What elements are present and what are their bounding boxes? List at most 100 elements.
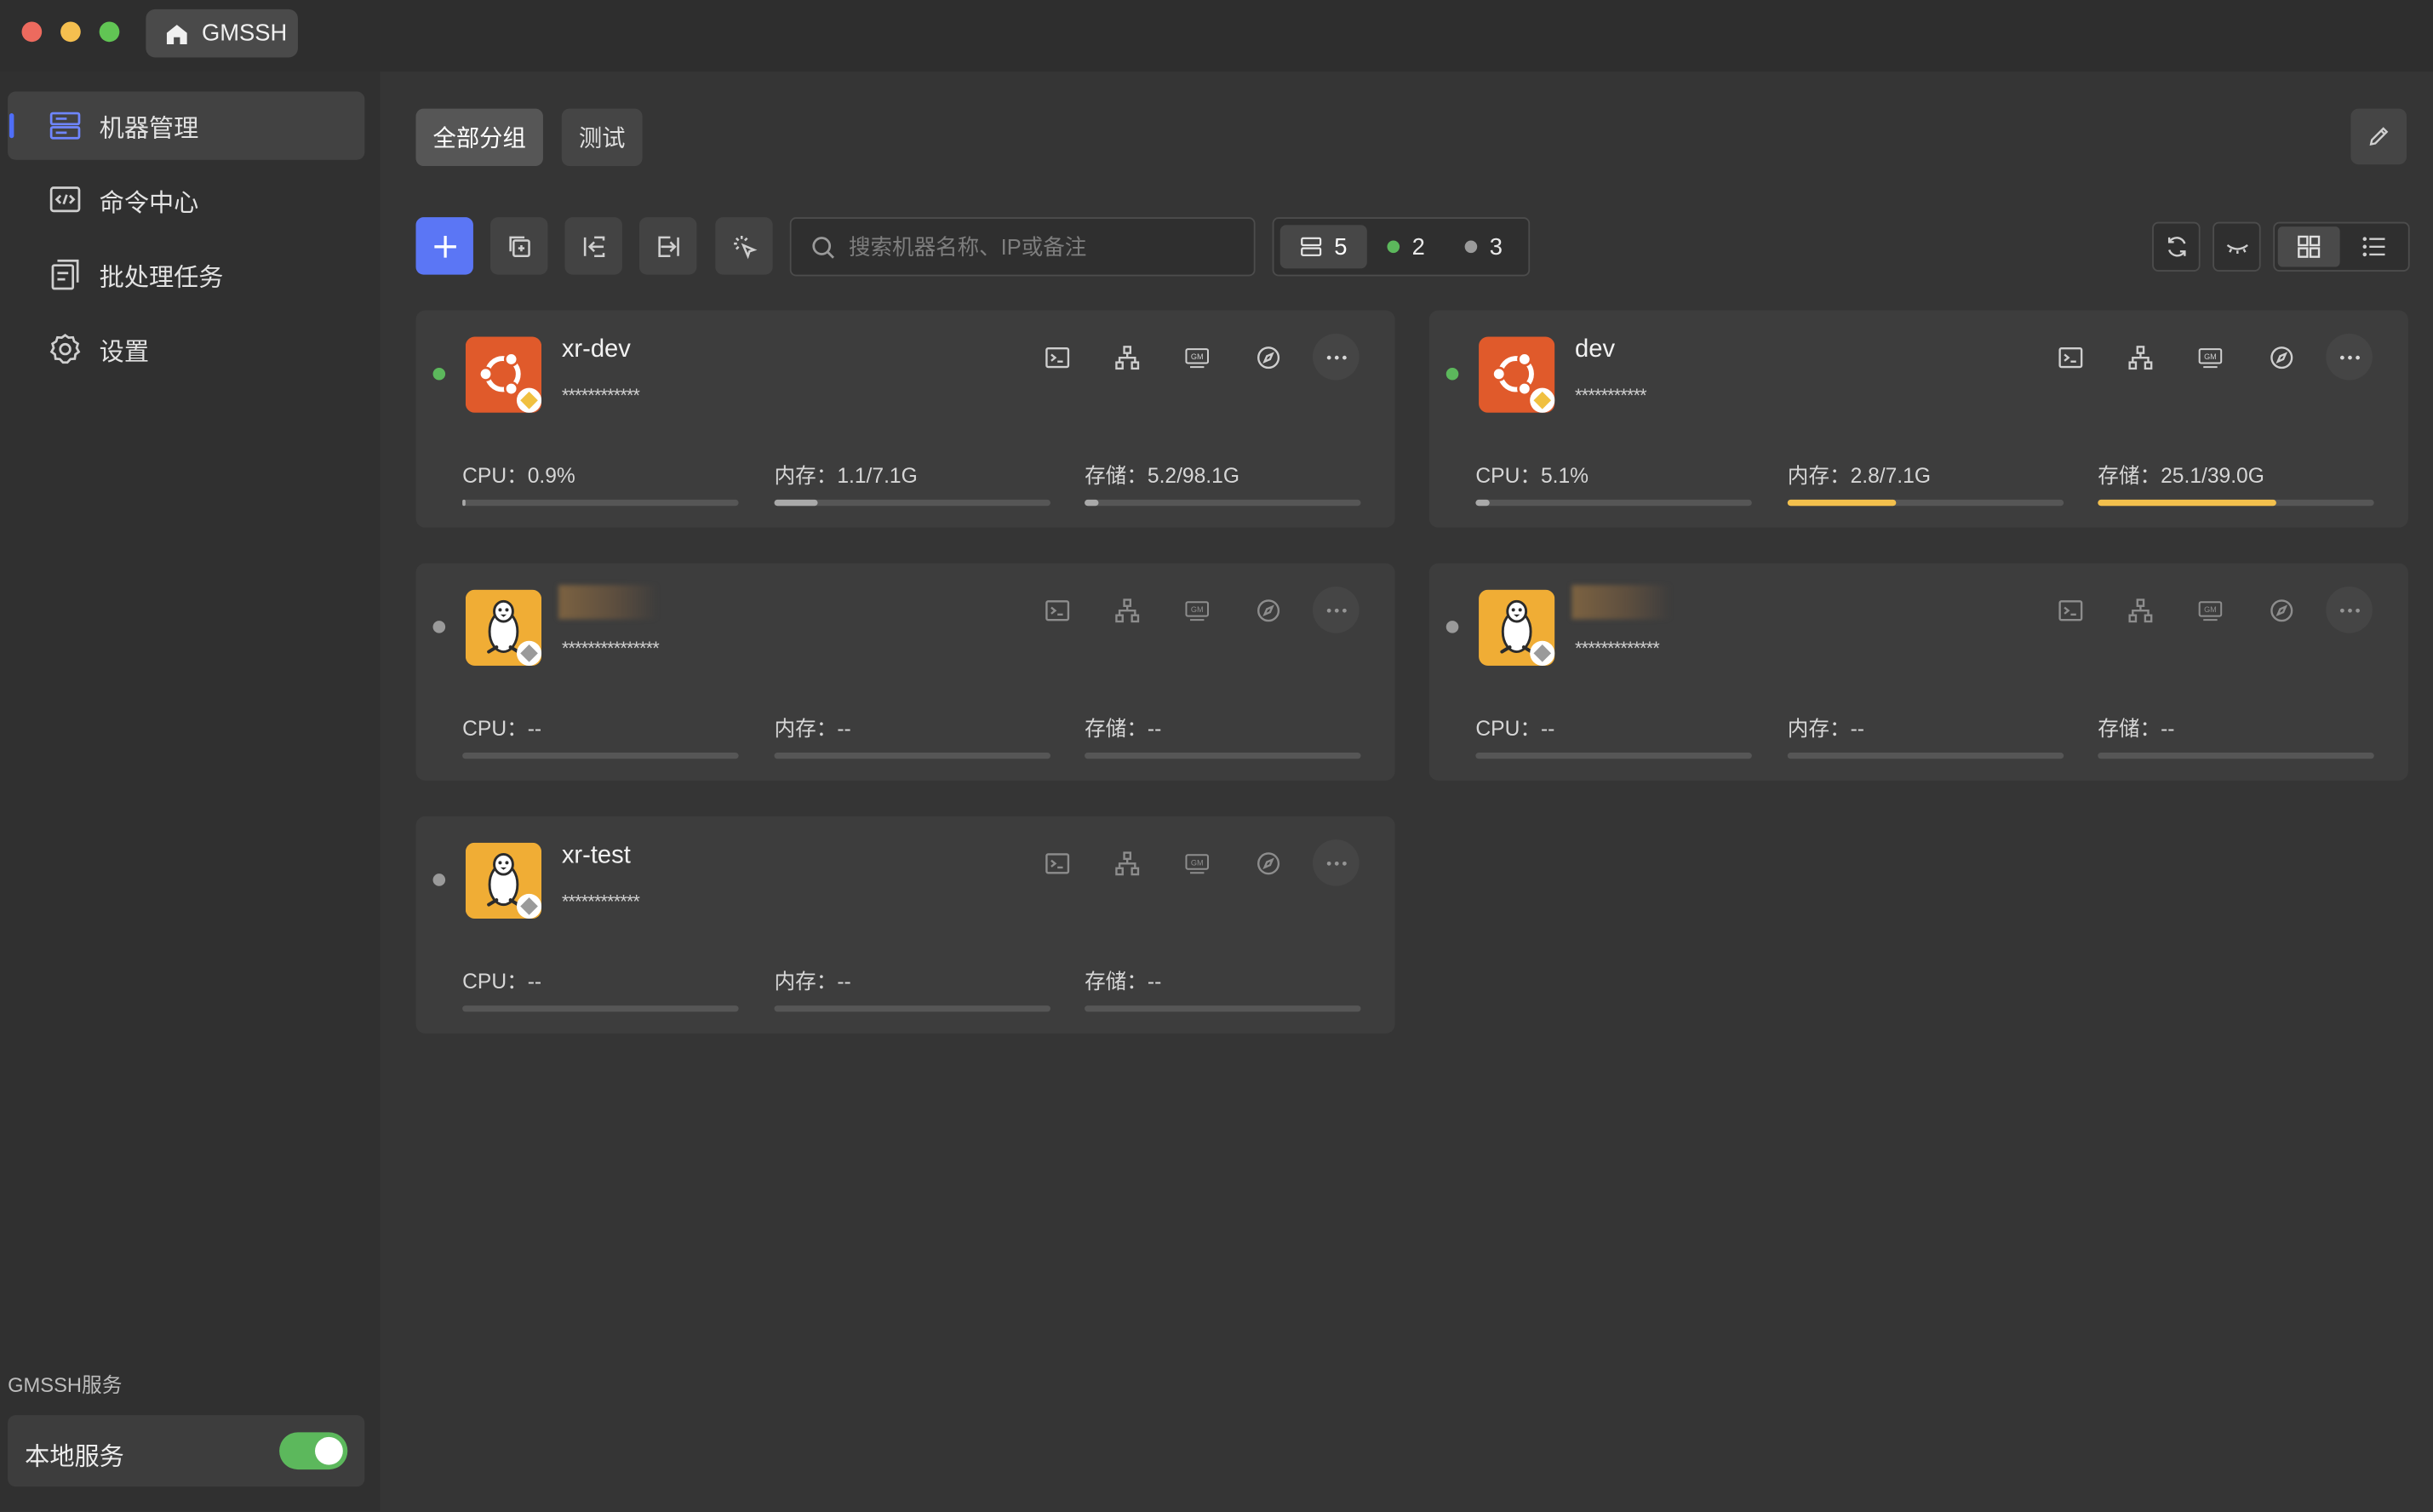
filter-all[interactable]: 5 [1279, 225, 1367, 269]
group-tab-all[interactable]: 全部分组 [415, 108, 543, 167]
more-actions-button[interactable] [1313, 839, 1360, 886]
browse-button[interactable] [2258, 587, 2304, 633]
cpu-metric-label: CPU：0.9% [462, 463, 575, 488]
memory-metric-label: 内存：2.8/7.1G [1787, 463, 1931, 488]
network-button[interactable] [1103, 587, 1150, 633]
local-service-label: 本地服务 [25, 1444, 124, 1471]
list-view-button[interactable] [2343, 226, 2405, 266]
cpu-metric: CPU：-- [1475, 711, 1752, 759]
plus-icon [433, 235, 455, 257]
search-input[interactable] [845, 232, 1240, 261]
open-terminal-button[interactable] [2047, 587, 2093, 633]
home-icon [166, 24, 187, 44]
sidebar-item-batch-tasks[interactable]: 批处理任务 [8, 241, 364, 309]
add-machine-button[interactable] [415, 217, 473, 275]
search-box [789, 217, 1256, 277]
server-icon [49, 112, 81, 140]
open-terminal-button[interactable] [1033, 839, 1080, 886]
sidebar-item-label: 机器管理 [99, 116, 199, 143]
sidebar-item-commands[interactable]: 命令中心 [8, 166, 364, 234]
app-tab[interactable]: GMSSH [146, 9, 298, 58]
offline-count: 3 [1489, 233, 1503, 261]
gm-monitor-icon: GM [1184, 347, 1209, 368]
grid-view-button[interactable] [2277, 226, 2340, 267]
open-terminal-button[interactable] [2047, 334, 2093, 381]
minimize-window-button[interactable] [60, 21, 81, 43]
open-terminal-button[interactable] [1033, 334, 1080, 381]
more-icon [2339, 354, 2360, 359]
terminal-icon [1045, 852, 1069, 873]
sidebar-item-machines[interactable]: 机器管理 [8, 91, 365, 160]
svg-text:GM: GM [1190, 352, 1203, 360]
edit-groups-button[interactable] [2350, 108, 2407, 165]
storage-metric-bar [2098, 499, 2374, 507]
sidebar-item-settings[interactable]: 设置 [8, 315, 364, 383]
more-actions-button[interactable] [2326, 586, 2373, 633]
batch-icon [51, 259, 79, 290]
cpu-metric-label: CPU：-- [1475, 717, 1555, 741]
gm-button[interactable]: GM [1173, 839, 1220, 886]
svg-text:GM: GM [1190, 604, 1203, 613]
gm-button[interactable]: GM [1173, 334, 1220, 381]
network-button[interactable] [1103, 334, 1150, 381]
gm-monitor-icon: GM [1184, 600, 1209, 621]
network-button[interactable] [2116, 334, 2163, 381]
machine-card[interactable]: ************* GM CPU：-- 内存：-- 存储：-- [1428, 563, 2408, 781]
memory-metric-bar [774, 753, 1050, 759]
refresh-button[interactable] [2152, 221, 2201, 272]
local-service-toggle[interactable] [279, 1432, 348, 1470]
open-terminal-button[interactable] [1033, 587, 1080, 633]
more-actions-button[interactable] [1313, 333, 1360, 381]
gm-monitor-icon: GM [1184, 853, 1209, 873]
browse-button[interactable] [1245, 587, 1291, 633]
toggle-visibility-button[interactable] [2213, 221, 2261, 272]
import-icon [582, 235, 604, 257]
memory-metric: 内存：-- [774, 964, 1050, 1012]
gm-button[interactable]: GM [2186, 334, 2233, 381]
zoom-window-button[interactable] [99, 21, 120, 43]
memory-metric: 内存：-- [774, 711, 1050, 759]
svg-text:GM: GM [2203, 352, 2216, 360]
more-actions-button[interactable] [2326, 333, 2373, 381]
gm-monitor-icon: GM [2197, 600, 2222, 621]
compass-icon [2270, 598, 2293, 621]
compass-icon [2270, 346, 2293, 369]
storage-metric-bar-fill [2098, 499, 2276, 507]
network-icon [1114, 345, 1139, 369]
group-tab-test[interactable]: 测试 [561, 108, 643, 167]
more-icon [1325, 861, 1346, 865]
local-service-row: 本地服务 [8, 1415, 365, 1487]
filter-offline[interactable]: 3 [1464, 225, 1503, 268]
export-button[interactable] [638, 217, 697, 275]
storage-metric: 存储：-- [1085, 964, 1361, 1012]
network-button[interactable] [2116, 587, 2163, 633]
gm-button[interactable]: GM [2186, 587, 2233, 633]
machine-card[interactable]: xr-test ************ GM CPU：-- 内存：-- 存储：-- [415, 816, 1395, 1034]
gm-button[interactable]: GM [1173, 587, 1220, 633]
total-count: 5 [1334, 233, 1348, 261]
status-dot [432, 621, 446, 633]
network-button[interactable] [1103, 839, 1150, 886]
import-button[interactable] [564, 217, 622, 275]
browse-button[interactable] [1245, 839, 1291, 886]
browse-button[interactable] [2258, 334, 2304, 381]
search-icon [812, 236, 834, 258]
more-actions-button[interactable] [1313, 586, 1360, 633]
machine-card[interactable]: *************** GM CPU：-- 内存：-- 存储：-- [415, 563, 1395, 781]
browse-button[interactable] [1245, 334, 1291, 381]
storage-metric-bar [1085, 499, 1361, 507]
memory-metric-bar-fill [1787, 499, 1897, 507]
cpu-metric: CPU：0.9% [462, 458, 739, 507]
memory-metric-bar [1787, 753, 2064, 759]
view-mode-toggle [2273, 221, 2410, 272]
machine-card[interactable]: dev *********** GM CPU：5.1% 内存：2.8/7.1G 存储：25… [1428, 310, 2408, 528]
machine-card[interactable]: xr-dev ************ GM CPU：0.9% 内存：1.1/7.1G 存… [415, 310, 1395, 528]
filter-online[interactable]: 2 [1387, 225, 1425, 268]
batch-select-button[interactable] [715, 217, 773, 275]
status-dot [432, 367, 446, 381]
network-icon [2127, 598, 2152, 622]
copy-machine-button[interactable] [489, 217, 548, 275]
close-window-button[interactable] [21, 21, 43, 43]
status-dot [432, 873, 446, 886]
storage-metric-label: 存储：25.1/39.0G [2098, 463, 2264, 488]
